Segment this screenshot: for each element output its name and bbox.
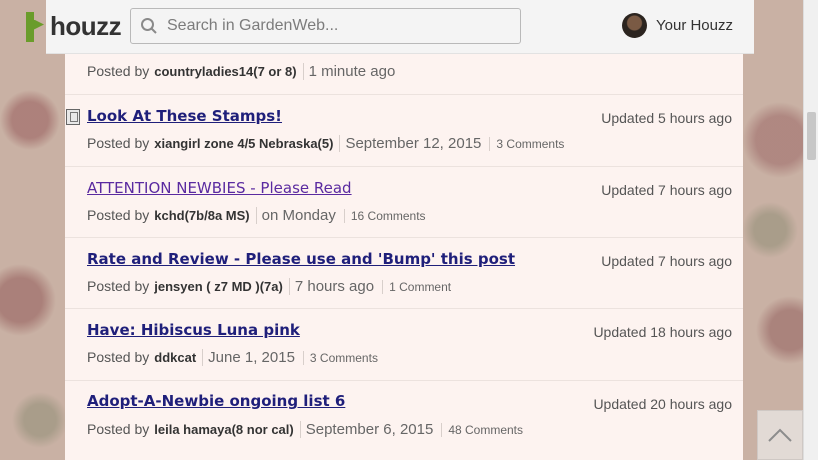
- posted-by-label: Posted by: [87, 349, 150, 365]
- post-title-link[interactable]: Have: Hibiscus Luna pink: [87, 321, 300, 339]
- logo-text: houzz: [50, 11, 122, 41]
- posted-by-label: Posted by: [87, 63, 150, 79]
- post-date: September 6, 2015: [299, 421, 433, 438]
- post-date: on Monday: [255, 207, 336, 224]
- user-menu[interactable]: Your Houzz: [622, 13, 733, 38]
- updated-time: Updated 7 hours ago: [601, 253, 732, 269]
- post-date: September 12, 2015: [339, 135, 481, 152]
- user-label: Your Houzz: [656, 17, 733, 34]
- avatar: [622, 13, 647, 38]
- updated-time: Updated 18 hours ago: [593, 324, 732, 340]
- list-item: Have: Hibiscus Luna pink Updated 18 hour…: [65, 309, 743, 381]
- author-link[interactable]: countryladies14(7 or 8): [154, 64, 296, 79]
- list-item: Look At These Stamps! Updated 5 hours ag…: [65, 95, 743, 167]
- discussion-list: Posted by countryladies14(7 or 8) 1 minu…: [65, 54, 743, 460]
- chevron-up-icon: [768, 428, 792, 442]
- houzz-logo-icon: [24, 11, 46, 42]
- posted-by-label: Posted by: [87, 135, 150, 151]
- comments-link[interactable]: 48 Comments: [441, 423, 523, 437]
- scroll-to-top-button[interactable]: [757, 410, 803, 460]
- search-icon: [131, 17, 167, 35]
- post-title-link[interactable]: Adopt-A-Newbie ongoing list 6: [87, 392, 345, 410]
- site-header: houzz Your Houzz: [26, 0, 754, 54]
- search-box[interactable]: [130, 8, 521, 44]
- posted-by-label: Posted by: [87, 278, 150, 294]
- comments-link[interactable]: 3 Comments: [302, 351, 378, 365]
- author-link[interactable]: xiangirl zone 4/5 Nebraska(5): [154, 136, 333, 151]
- comments-link[interactable]: 1 Comment: [382, 280, 451, 294]
- post-meta: Posted by jensyen ( z7 MD )(7a) 7 hours …: [87, 278, 451, 295]
- post-meta: Posted by xiangirl zone 4/5 Nebraska(5) …: [87, 135, 564, 152]
- post-meta: Posted by countryladies14(7 or 8) 1 minu…: [87, 63, 395, 80]
- author-link[interactable]: jensyen ( z7 MD )(7a): [154, 279, 283, 294]
- updated-time: Updated 7 hours ago: [601, 182, 732, 198]
- search-input[interactable]: [167, 9, 507, 43]
- author-link[interactable]: ddkcat: [154, 350, 196, 365]
- posted-by-label: Posted by: [87, 421, 150, 437]
- post-date: 7 hours ago: [288, 278, 374, 295]
- author-link[interactable]: kchd(7b/8a MS): [154, 208, 249, 223]
- post-date: 1 minute ago: [302, 63, 395, 80]
- list-item: ATTENTION NEWBIES - Please Read Updated …: [65, 167, 743, 238]
- post-meta: Posted by ddkcat June 1, 2015 3 Comments: [87, 349, 378, 366]
- post-title-link[interactable]: Look At These Stamps!: [87, 107, 282, 125]
- updated-time: Updated 20 hours ago: [593, 396, 732, 412]
- list-item: Posted by countryladies14(7 or 8) 1 minu…: [65, 54, 743, 95]
- post-title-link[interactable]: ATTENTION NEWBIES - Please Read: [87, 179, 352, 197]
- page-scrollbar[interactable]: [803, 0, 818, 460]
- post-date: June 1, 2015: [202, 349, 295, 366]
- stamp-icon: [66, 109, 80, 125]
- post-title-link[interactable]: Rate and Review - Please use and 'Bump' …: [87, 250, 515, 268]
- post-meta: Posted by kchd(7b/8a MS) on Monday 16 Co…: [87, 207, 426, 224]
- author-link[interactable]: leila hamaya(8 nor cal): [154, 422, 293, 437]
- comments-link[interactable]: 16 Comments: [343, 209, 426, 223]
- posted-by-label: Posted by: [87, 207, 150, 223]
- list-item: Rate and Review - Please use and 'Bump' …: [65, 238, 743, 309]
- post-meta: Posted by leila hamaya(8 nor cal) Septem…: [87, 421, 523, 438]
- comments-link[interactable]: 3 Comments: [489, 137, 564, 151]
- houzz-logo[interactable]: houzz: [24, 11, 124, 42]
- list-item: Adopt-A-Newbie ongoing list 6 Updated 20…: [65, 381, 743, 460]
- scrollbar-thumb[interactable]: [807, 112, 816, 160]
- updated-time: Updated 5 hours ago: [601, 110, 732, 126]
